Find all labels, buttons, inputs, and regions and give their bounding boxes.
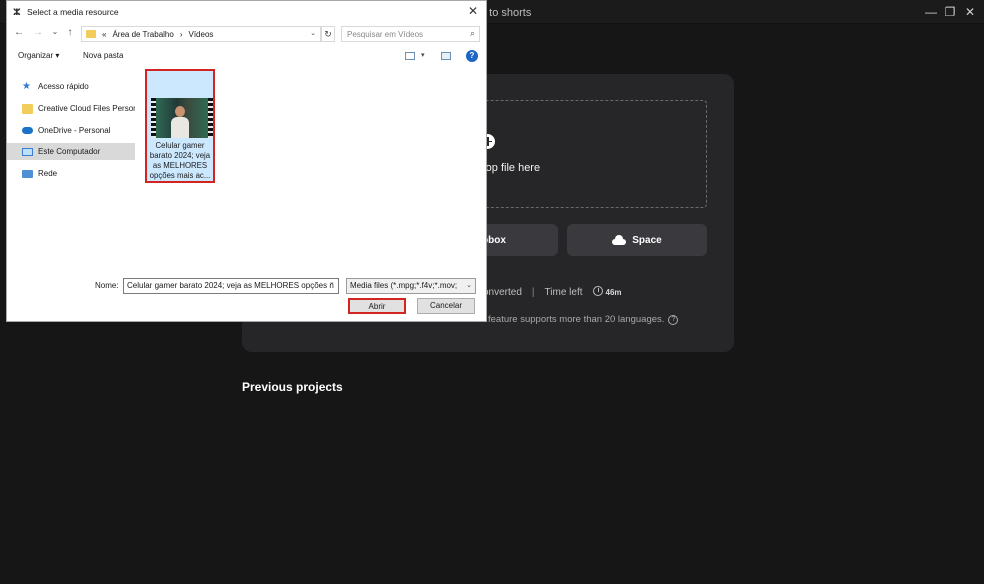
file-open-dialog: ⵣ Select a media resource ✕ ← → ⌄ ↑ « Ár…	[6, 0, 487, 322]
time-left-label: Time left	[544, 286, 583, 298]
computer-icon	[22, 147, 33, 156]
new-folder-button[interactable]: Nova pasta	[83, 51, 123, 60]
up-arrow-icon[interactable]: ↑	[64, 27, 76, 38]
search-icon: ⌕	[469, 28, 475, 38]
address-overflow[interactable]: «	[102, 30, 106, 39]
star-icon: ★	[22, 80, 31, 92]
forward-arrow-icon[interactable]: →	[32, 27, 44, 38]
clock-icon	[592, 286, 603, 296]
folder-icon	[86, 30, 96, 38]
dialog-buttons: Abrir Cancelar	[7, 297, 486, 317]
dialog-title: Select a media resource	[27, 7, 119, 17]
converted-label: onverted	[483, 286, 522, 298]
file-list: Celular gamer barato 2024; veja as MELHO…	[141, 67, 486, 269]
space-label: Space	[632, 234, 662, 246]
nav-creative-cloud[interactable]: Creative Cloud Files Personal	[7, 100, 135, 117]
nav-item-label: Creative Cloud Files Personal	[38, 104, 135, 113]
video-thumbnail	[151, 98, 213, 138]
dialog-close-icon[interactable]: ✕	[466, 4, 480, 18]
breadcrumb-desktop[interactable]: Área de Trabalho	[112, 30, 173, 39]
duration-text: 46m	[605, 288, 622, 297]
navigation-pane: ★ Acesso rápido Creative Cloud Files Per…	[7, 67, 135, 269]
duration-value: 46m	[592, 286, 622, 298]
filename-label: Nome:	[95, 281, 119, 290]
onedrive-cloud-icon	[22, 127, 33, 134]
recent-locations-chevron-icon[interactable]: ⌄	[49, 27, 61, 36]
back-arrow-icon[interactable]: ←	[13, 27, 25, 38]
refresh-icon[interactable]: ↻	[321, 26, 335, 42]
file-type-select[interactable]: Media files (*.mpg;*.f4v;*.mov; ⌄	[346, 278, 476, 294]
nav-onedrive[interactable]: OneDrive - Personal	[7, 122, 135, 139]
nav-item-label: OneDrive - Personal	[38, 126, 111, 135]
preview-pane-icon[interactable]	[441, 52, 451, 60]
language-note: feature supports more than 20 languages.…	[488, 314, 679, 325]
search-input[interactable]: Pesquisar em Vídeos ⌕	[341, 26, 480, 42]
filename-input[interactable]: Celular gamer barato 2024; veja as MELHO…	[123, 278, 339, 294]
language-note-text: feature supports more than 20 languages.	[488, 314, 665, 325]
file-name-label: Celular gamer barato 2024; veja as MELHO…	[149, 141, 211, 180]
filename-row: Nome: Celular gamer barato 2024; veja as…	[7, 277, 486, 295]
open-button[interactable]: Abrir	[348, 298, 406, 314]
help-circle-icon[interactable]: ?	[668, 314, 679, 325]
cloud-icon	[612, 235, 627, 245]
folder-icon	[22, 103, 33, 114]
file-type-chevron-down-icon: ⌄	[466, 282, 472, 289]
view-dropdown-icon[interactable]: ▾	[421, 51, 425, 59]
address-bar[interactable]: « Área de Trabalho › Vídeos ⌄	[81, 26, 321, 42]
help-icon[interactable]: ?	[466, 50, 478, 62]
breadcrumb-separator: ›	[179, 29, 183, 39]
filename-chevron-down-icon[interactable]: ⌄	[329, 278, 335, 286]
command-bar: Organizar ▾ Nova pasta ▾ ?	[7, 47, 486, 65]
nav-quick-access[interactable]: ★ Acesso rápido	[7, 78, 135, 95]
close-window-icon[interactable]: ✕	[959, 4, 981, 20]
previous-projects-title: Previous projects	[242, 380, 343, 394]
video-file-item[interactable]: Celular gamer barato 2024; veja as MELHO…	[145, 69, 215, 183]
cancel-button[interactable]: Cancelar	[417, 298, 475, 314]
app-title: o to shorts	[480, 7, 532, 19]
restore-icon[interactable]: ❐	[939, 4, 961, 20]
stats-separator: |	[531, 286, 535, 298]
nav-item-label: Acesso rápido	[38, 82, 89, 91]
nav-item-label: Este Computador	[38, 147, 101, 156]
space-button[interactable]: Space	[567, 224, 707, 256]
breadcrumb-videos[interactable]: Vídeos	[189, 30, 214, 39]
organize-menu[interactable]: Organizar ▾	[18, 51, 59, 60]
nav-this-pc[interactable]: Este Computador	[7, 143, 135, 160]
address-chevron-down-icon[interactable]: ⌄	[310, 29, 316, 37]
film-strip-icon	[208, 98, 213, 138]
conversion-stats: onverted | Time left 46m	[483, 286, 622, 298]
drop-file-text: rop file here	[482, 162, 541, 174]
search-placeholder: Pesquisar em Vídeos	[347, 29, 424, 39]
film-strip-icon	[151, 98, 156, 138]
navigation-bar: ← → ⌄ ↑ « Área de Trabalho › Vídeos ⌄ ↻ …	[7, 23, 486, 45]
app-logo-icon: ⵣ	[13, 7, 21, 17]
network-icon	[22, 169, 33, 178]
view-options-icon[interactable]	[405, 52, 415, 60]
nav-item-label: Rede	[38, 169, 58, 178]
file-type-value: Media files (*.mpg;*.f4v;*.mov;	[350, 281, 458, 290]
nav-network[interactable]: Rede	[7, 165, 135, 182]
dialog-titlebar: ⵣ Select a media resource ✕	[7, 1, 486, 23]
thumbnail-person	[171, 106, 189, 138]
